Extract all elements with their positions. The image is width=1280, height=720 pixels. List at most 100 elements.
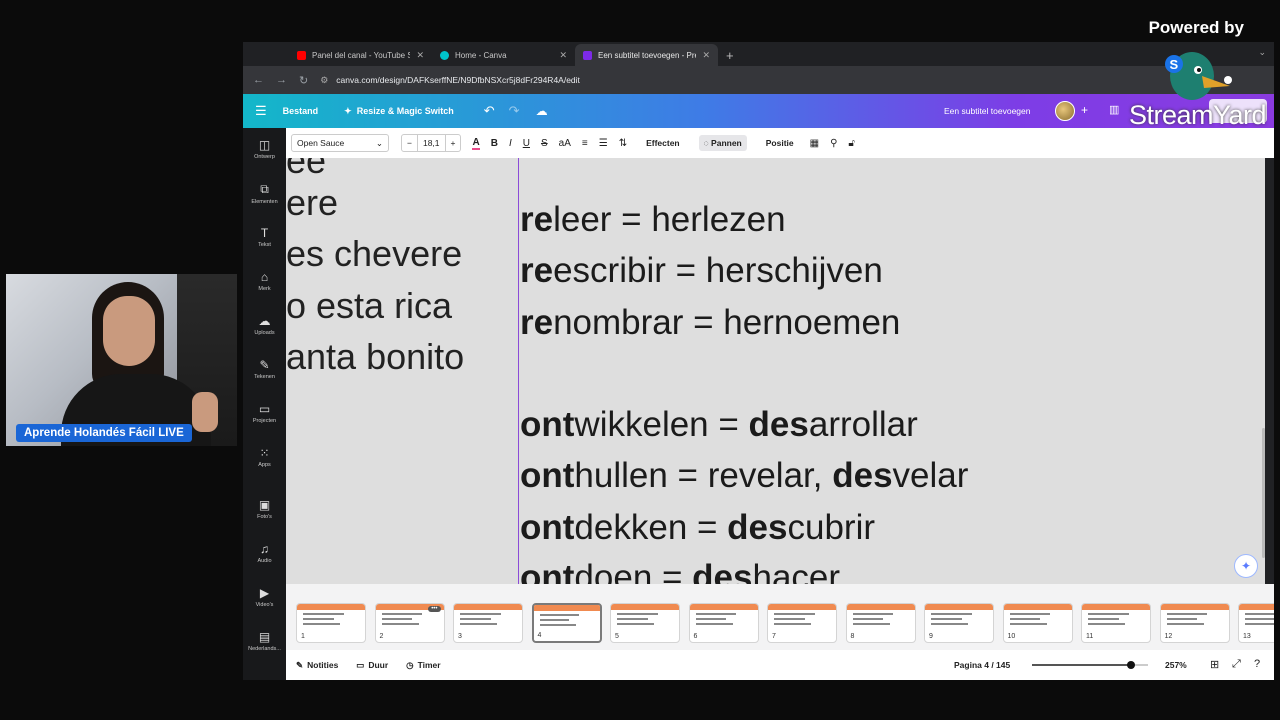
- page-thumbnail[interactable]: 10: [1002, 603, 1073, 643]
- browser-tab-canva-edit[interactable]: Een subtitel toevoegen - Pre ✕: [575, 44, 718, 66]
- close-tab-icon[interactable]: ✕: [702, 50, 710, 61]
- editor-footer: ✎ Notities ▭ Duur ◷ Timer Pagina 4 / 145 25…: [286, 650, 1274, 680]
- timer-button[interactable]: ◷ Timer: [406, 660, 440, 671]
- browser-tab-canva-home[interactable]: Home - Canva ✕: [432, 44, 575, 66]
- thumbnail-line: [931, 613, 972, 615]
- zoom-slider[interactable]: [1032, 661, 1148, 669]
- thumbnail-number: 1: [301, 633, 305, 640]
- new-tab-button[interactable]: +: [726, 44, 734, 66]
- thumbnail-line: [381, 623, 419, 625]
- sidebar-item-design[interactable]: ◫ Ontwerp: [243, 138, 286, 160]
- site-info-icon[interactable]: ⚙: [320, 75, 328, 86]
- user-avatar[interactable]: [1055, 101, 1075, 121]
- zoom-slider-handle[interactable]: [1126, 661, 1135, 669]
- page-thumbnail[interactable]: 11: [1081, 603, 1151, 643]
- forward-icon[interactable]: →: [276, 74, 287, 86]
- letter-case-icon[interactable]: aA: [559, 138, 571, 149]
- sidebar-item-brand[interactable]: ⌂ Merk: [243, 270, 286, 292]
- decrease-size-button[interactable]: −: [402, 138, 417, 148]
- close-tab-icon[interactable]: ✕: [559, 50, 567, 61]
- reload-icon[interactable]: ↻: [299, 74, 308, 87]
- hamburger-menu-icon[interactable]: ☰: [255, 103, 267, 119]
- effects-button[interactable]: Effecten: [641, 135, 685, 151]
- help-icon[interactable]: ?: [1254, 658, 1260, 670]
- thumbnail-header: [768, 604, 836, 610]
- sidebar-item-draw[interactable]: ✎ Tekenen: [243, 358, 286, 380]
- paint-format-icon[interactable]: ⚲: [830, 138, 837, 149]
- url-field[interactable]: ⚙ canva.com/design/DAFKserffNE/N9DfbNSXc…: [320, 75, 580, 86]
- fullscreen-icon[interactable]: ⤢: [1232, 658, 1241, 671]
- thumbnail-number: 4: [537, 632, 542, 639]
- sidebar-item-videos[interactable]: ▶ Video's: [243, 586, 286, 608]
- page-thumbnail[interactable]: 2 •••: [374, 603, 445, 643]
- shapes-icon: ⧉: [260, 182, 269, 196]
- sidebar-item-projects[interactable]: ▭ Projecten: [243, 402, 286, 424]
- thumbnail-line: [539, 624, 576, 626]
- increase-size-button[interactable]: +: [446, 138, 461, 148]
- underline-icon[interactable]: U: [523, 138, 530, 149]
- position-button[interactable]: Positie: [761, 135, 799, 151]
- font-selector[interactable]: Open Sauce ⌄: [291, 134, 389, 152]
- redo-icon[interactable]: ↷: [509, 103, 520, 119]
- insights-icon[interactable]: ▥: [1109, 103, 1119, 116]
- font-size-stepper[interactable]: − 18,1 +: [401, 134, 462, 152]
- canvas-scrollbar[interactable]: [1262, 428, 1265, 558]
- font-size-input[interactable]: 18,1: [416, 135, 446, 151]
- duration-button[interactable]: ▭ Duur: [356, 660, 388, 671]
- page-thumbnail[interactable]: 5: [610, 603, 680, 643]
- align-icon[interactable]: ≡: [582, 138, 588, 149]
- file-menu-button[interactable]: Bestand: [283, 106, 319, 116]
- magic-assistant-button[interactable]: ✦: [1234, 554, 1258, 578]
- thumbnail-header: [1082, 604, 1150, 610]
- bold-icon[interactable]: B: [491, 138, 498, 149]
- spacing-icon[interactable]: ⇅: [619, 138, 627, 149]
- right-text-line: onthullen = revelar, desvelar: [520, 456, 969, 495]
- page-thumbnail[interactable]: 8: [845, 603, 916, 643]
- apps-icon: ⁙: [259, 446, 270, 460]
- close-tab-icon[interactable]: ✕: [416, 50, 424, 61]
- page-thumbnail[interactable]: 9: [924, 603, 994, 643]
- youtube-favicon-icon: [297, 50, 306, 60]
- design-page[interactable]: ee ere es chevere o esta rica anta bonit…: [286, 158, 1265, 584]
- page-thumbnail[interactable]: 6: [688, 603, 759, 643]
- resize-magic-button[interactable]: ✦ Resize & Magic Switch: [344, 106, 454, 117]
- thumbnail-line: [539, 619, 570, 621]
- cloud-save-icon[interactable]: ☁: [536, 104, 548, 118]
- strikethrough-icon[interactable]: S: [541, 138, 548, 149]
- browser-tab-youtube[interactable]: Panel del canal - YouTube St ✕: [289, 44, 432, 66]
- sidebar-item-apps[interactable]: ⁙ Apps: [243, 446, 286, 468]
- thumbnail-header: [533, 605, 600, 611]
- sidebar-item-text[interactable]: T Tekst: [243, 226, 286, 248]
- page-thumbnail[interactable]: 13: [1238, 603, 1274, 643]
- pan-button[interactable]: ◌ Pannen: [698, 135, 747, 151]
- back-icon[interactable]: ←: [253, 74, 264, 86]
- sidebar-item-label: Foto's: [257, 514, 272, 520]
- sidebar-item-elements[interactable]: ⧉ Elementen: [243, 182, 286, 205]
- italic-icon[interactable]: I: [509, 138, 512, 149]
- text-color-icon[interactable]: A: [472, 137, 480, 150]
- sidebar-item-folder[interactable]: ▤ Nederlands...: [243, 630, 286, 652]
- audio-icon: ♫: [260, 542, 269, 556]
- page-thumbnail[interactable]: 12: [1159, 603, 1230, 643]
- more-options-icon[interactable]: •••: [428, 606, 441, 612]
- page-thumbnail[interactable]: 1: [296, 603, 366, 643]
- add-collaborator-icon[interactable]: +: [1081, 103, 1088, 117]
- document-title[interactable]: Een subtitel toevoegen: [944, 106, 1030, 116]
- page-thumbnail[interactable]: 3: [453, 603, 523, 643]
- list-icon[interactable]: ☰: [599, 138, 608, 149]
- page-thumbnail[interactable]: 7: [767, 603, 837, 643]
- undo-icon[interactable]: ↶: [484, 103, 495, 119]
- page-thumbnail[interactable]: 4: [531, 603, 602, 643]
- thumbnail-header: [846, 604, 915, 610]
- zoom-level[interactable]: 257%: [1165, 660, 1187, 670]
- sidebar-item-audio[interactable]: ♫ Audio: [243, 542, 286, 564]
- grid-view-icon[interactable]: ⊞: [1210, 658, 1219, 671]
- notes-button[interactable]: ✎ Notities: [296, 660, 338, 671]
- sidebar-item-uploads[interactable]: ☁ Uploads: [243, 314, 286, 336]
- left-text-column[interactable]: ee ere es chevere o esta rica anta bonit…: [286, 158, 518, 584]
- sidebar-item-photos[interactable]: ▣ Foto's: [243, 498, 286, 520]
- tab-search-icon[interactable]: ⌄: [1258, 47, 1266, 58]
- transparency-icon[interactable]: ▦: [810, 138, 819, 149]
- lock-icon[interactable]: 🔓︎: [848, 138, 854, 149]
- design-canvas[interactable]: ee ere es chevere o esta rica anta bonit…: [286, 158, 1265, 584]
